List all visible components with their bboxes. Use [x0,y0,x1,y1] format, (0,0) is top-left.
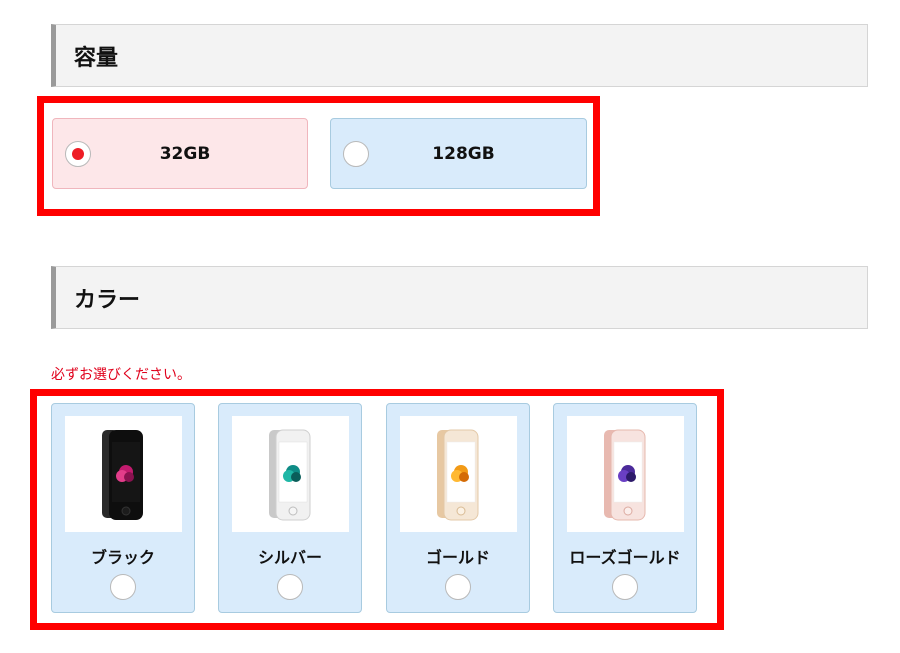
color-option-rose-gold[interactable]: ローズゴールド [553,403,697,613]
iphone-gold-icon [437,429,479,521]
capacity-section-header: 容量 [51,24,868,87]
capacity-section-title: 容量 [74,45,119,71]
iphone-black-icon [102,430,143,520]
capacity-option-32gb[interactable]: 32GB [52,118,308,189]
color-option-label: シルバー [257,548,322,567]
required-note: 必ずお選びください。 [51,367,191,383]
color-option-black[interactable]: ブラック [51,403,195,613]
product-image [400,416,517,532]
color-section-header: カラー [51,266,868,329]
radio-button[interactable] [612,574,638,600]
color-option-label: ローズゴールド [569,548,681,567]
iphone-rose-gold-icon [604,429,646,521]
color-option-label: ゴールド [425,548,490,567]
capacity-option-label: 128GB [432,143,495,164]
color-option-label: ブラック [90,548,155,567]
radio-button[interactable] [110,574,136,600]
capacity-option-128gb[interactable]: 128GB [330,118,587,189]
iphone-silver-icon [269,429,311,521]
radio-button[interactable] [277,574,303,600]
radio-button[interactable] [445,574,471,600]
product-image [65,416,182,532]
color-section-title: カラー [74,287,141,313]
color-option-silver[interactable]: シルバー [218,403,362,613]
capacity-option-label: 32GB [159,143,211,164]
product-image [232,416,349,532]
color-option-gold[interactable]: ゴールド [386,403,530,613]
product-image [567,416,684,532]
